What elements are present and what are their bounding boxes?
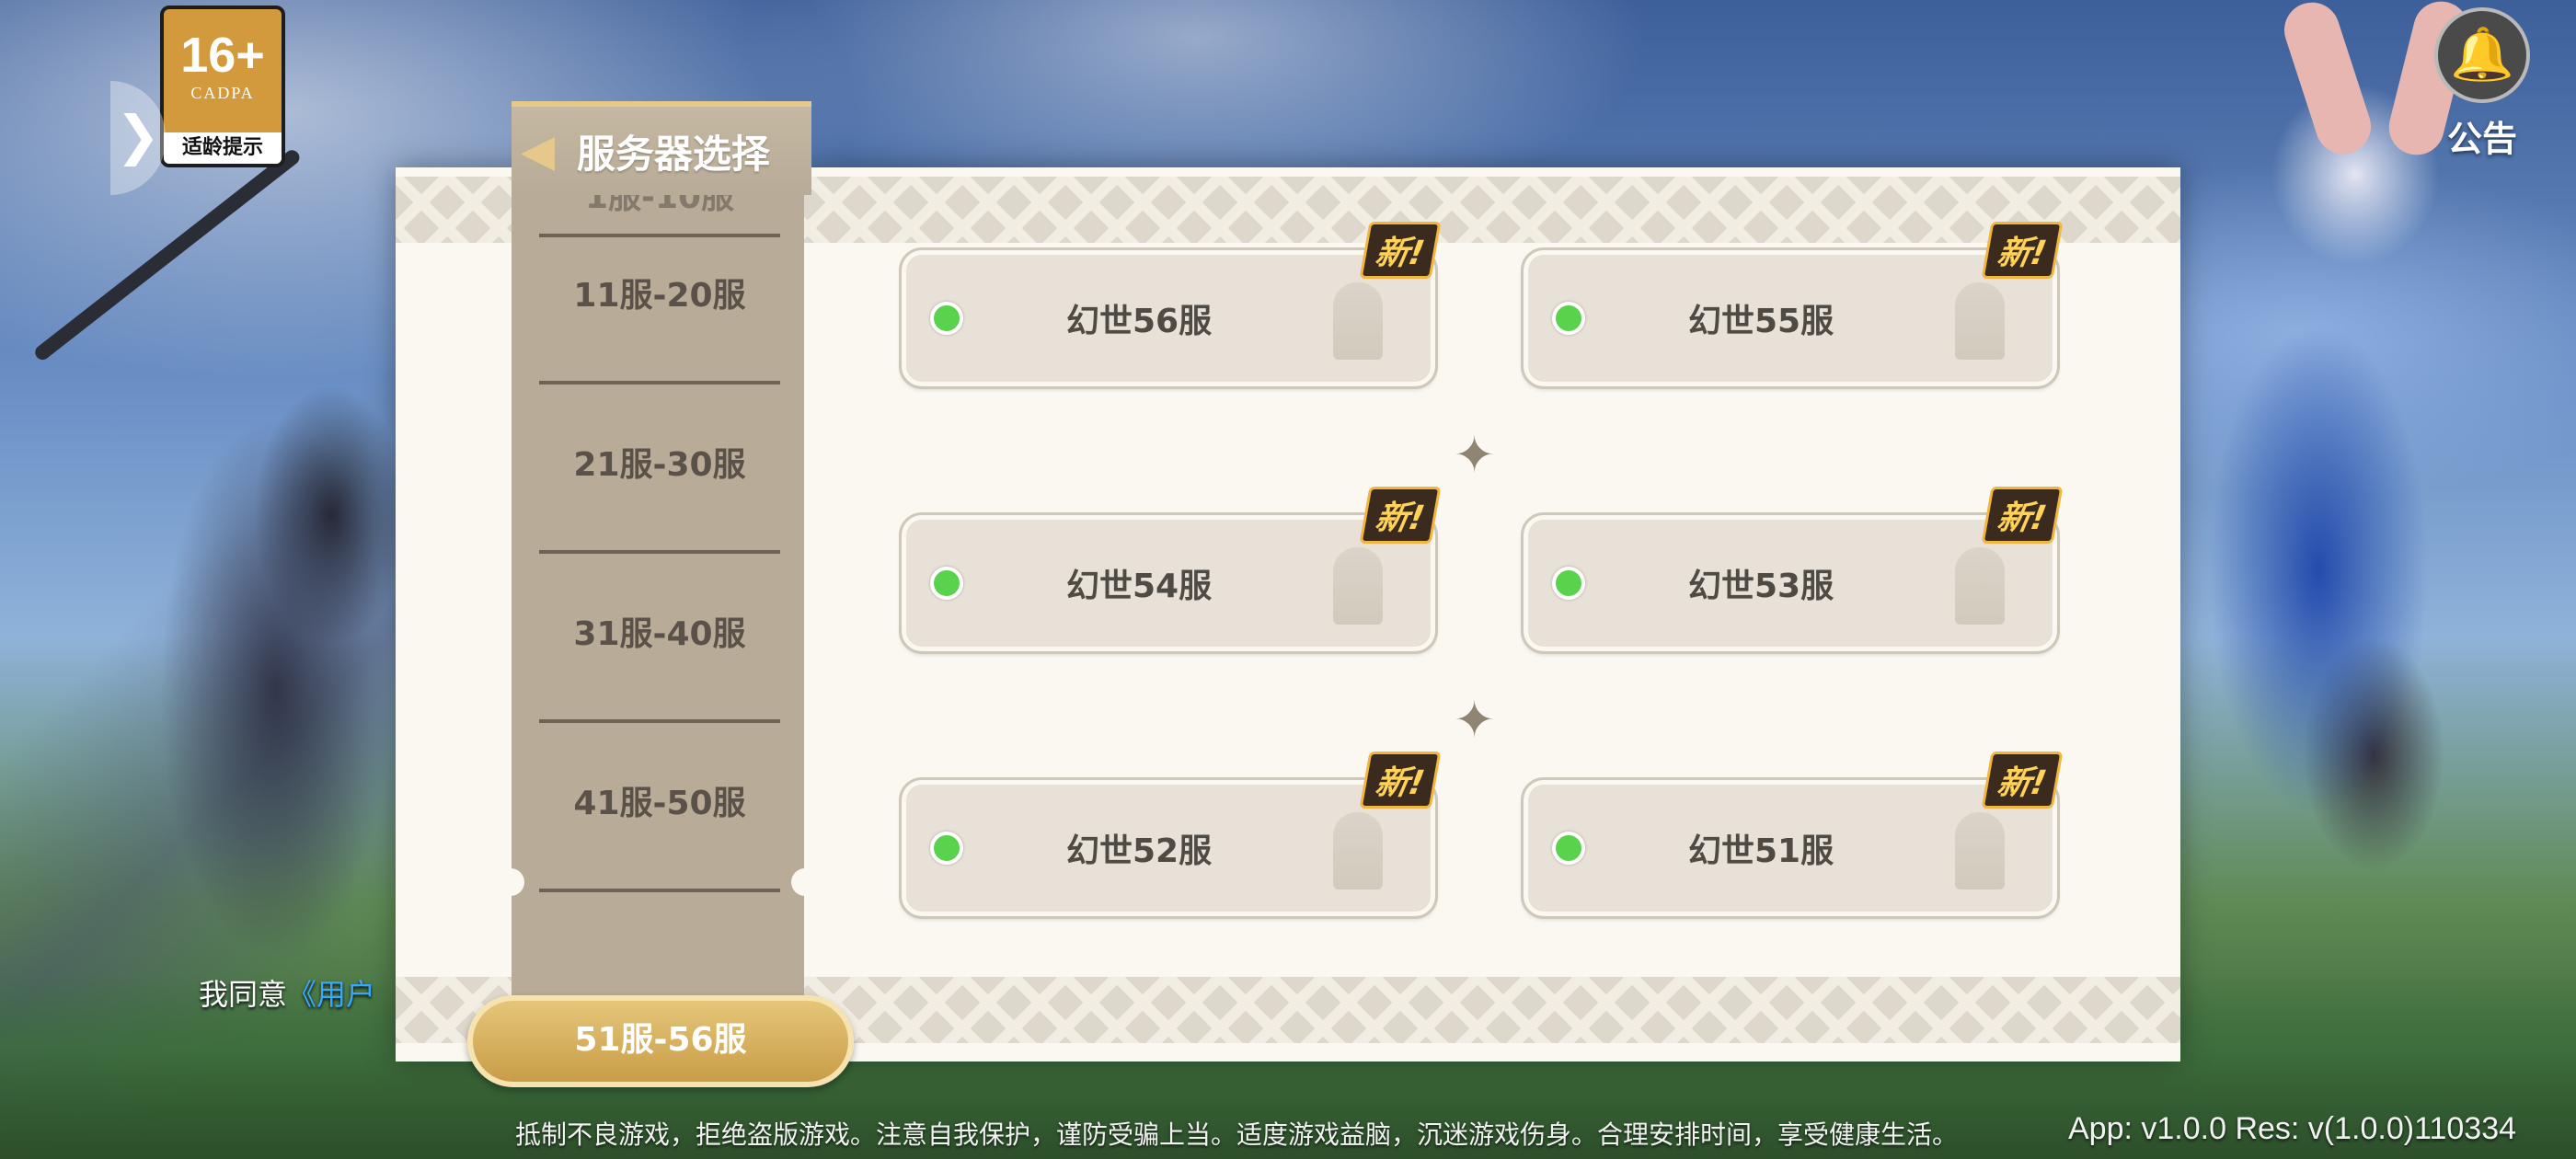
health-notice: 抵制不良游戏，拒绝盗版游戏。注意自我保护，谨防受骗上当。适度游戏益脑，沉迷游戏伤… <box>515 1119 1959 1150</box>
panel-title: 服务器选择 <box>576 131 770 177</box>
character-silhouette-icon <box>1333 812 1383 889</box>
online-status-dot <box>930 302 963 335</box>
range-tab[interactable]: 11服-20服 <box>539 212 780 384</box>
server-name: 幻世53服 <box>1688 568 1834 605</box>
range-tab[interactable]: 41服-50服 <box>539 719 780 892</box>
age-rating-tip: 适龄提示 <box>164 132 282 164</box>
new-badge: 新! <box>1981 752 2064 809</box>
server-select-header: ◀ 服务器选择 <box>512 101 811 195</box>
server-name: 幻世54服 <box>1066 568 1213 605</box>
character-silhouette-icon <box>1333 547 1383 625</box>
age-rating-number: 16+ <box>180 28 265 83</box>
new-badge: 新! <box>1359 752 1442 809</box>
notice-label: 公告 <box>2446 119 2517 159</box>
character-silhouette-icon <box>1333 282 1383 360</box>
online-status-dot <box>1552 832 1585 865</box>
age-rating-badge[interactable]: 16+ CADPA 适龄提示 <box>160 6 285 167</box>
sparkle-divider-icon: ✦ <box>1454 691 1496 749</box>
back-arrow-icon[interactable]: ◀ <box>521 125 555 177</box>
online-status-dot <box>930 832 963 865</box>
notice-button[interactable]: 🔔 公告 <box>2429 7 2536 161</box>
server-name: 幻世51服 <box>1688 832 1834 870</box>
tab-notch <box>497 868 524 896</box>
range-tab[interactable]: 31服-40服 <box>539 550 780 723</box>
online-status-dot <box>1552 302 1585 335</box>
online-status-dot <box>1552 567 1585 600</box>
server-card[interactable]: 幻世54服 新! <box>899 487 1442 654</box>
range-tab-selected[interactable]: 51服-56服 <box>467 995 854 1087</box>
chevron-right-icon: ❯ <box>115 104 161 166</box>
bell-icon: 🔔 <box>2434 7 2530 103</box>
server-card[interactable]: 幻世51服 新! <box>1521 752 2064 919</box>
server-name: 幻世52服 <box>1066 832 1213 870</box>
range-tab[interactable]: 21服-30服 <box>539 381 780 554</box>
age-rating-org: CADPA <box>190 84 255 102</box>
server-name: 幻世55服 <box>1688 303 1834 340</box>
server-name: 幻世56服 <box>1066 303 1213 340</box>
online-status-dot <box>930 567 963 600</box>
character-silhouette-icon <box>1955 812 2005 889</box>
new-badge: 新! <box>1981 222 2064 279</box>
server-card[interactable]: 幻世53服 新! <box>1521 487 2064 654</box>
user-agreement-link[interactable]: 《用户 <box>287 977 375 1012</box>
agreement-prefix: 我同意 <box>199 977 288 1012</box>
server-range-list[interactable]: 1服-10服 11服-20服 21服-30服 31服-40服 41服-50服 <box>497 103 819 1014</box>
tab-notch <box>791 868 819 896</box>
server-card[interactable]: 幻世55服 新! <box>1521 222 2064 389</box>
new-badge: 新! <box>1359 222 1442 279</box>
sparkle-divider-icon: ✦ <box>1454 426 1496 484</box>
agreement-checkbox-label[interactable]: 我同意《用户 <box>199 971 375 1014</box>
character-silhouette-icon <box>1955 282 2005 360</box>
version-label: App: v1.0.0 Res: v(1.0.0)110334 <box>2068 1111 2517 1146</box>
character-silhouette-icon <box>1955 547 2005 625</box>
server-card[interactable]: 幻世52服 新! <box>899 752 1442 919</box>
bunny-ear <box>2277 0 2378 162</box>
server-card[interactable]: 幻世56服 新! <box>899 222 1442 389</box>
new-badge: 新! <box>1359 487 1442 544</box>
new-badge: 新! <box>1981 487 2064 544</box>
